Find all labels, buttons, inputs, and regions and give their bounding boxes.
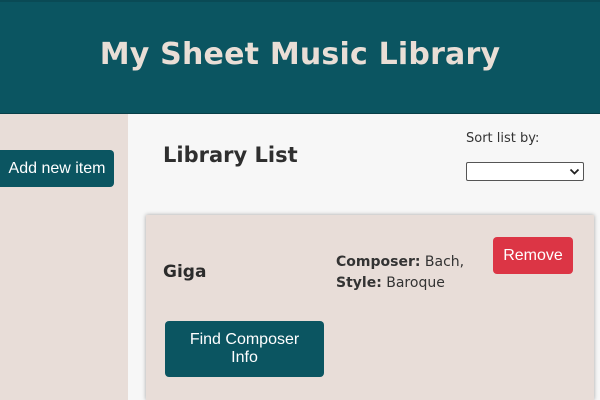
- sort-select[interactable]: [466, 162, 584, 181]
- style-line: Style: Baroque: [336, 273, 464, 294]
- item-title: Giga: [163, 262, 207, 282]
- page-title: My Sheet Music Library: [99, 37, 501, 72]
- library-item-card: Giga Composer: Bach, Style: Baroque Remo…: [146, 215, 594, 400]
- composer-line: Composer: Bach,: [336, 252, 464, 273]
- composer-label: Composer:: [336, 254, 421, 270]
- app-header: My Sheet Music Library: [0, 0, 600, 114]
- style-label: Style:: [336, 275, 382, 291]
- sidebar: Add new item: [0, 114, 128, 400]
- find-composer-info-button[interactable]: Find Composer Info: [165, 321, 324, 377]
- chevron-down-icon: [569, 168, 580, 175]
- composer-value: Bach,: [424, 254, 465, 270]
- sort-label: Sort list by:: [466, 131, 540, 146]
- add-new-item-button[interactable]: Add new item: [0, 150, 114, 187]
- item-meta: Composer: Bach, Style: Baroque: [336, 252, 464, 294]
- library-list-title: Library List: [163, 143, 298, 167]
- style-value: Baroque: [386, 275, 445, 291]
- remove-button[interactable]: Remove: [493, 237, 573, 274]
